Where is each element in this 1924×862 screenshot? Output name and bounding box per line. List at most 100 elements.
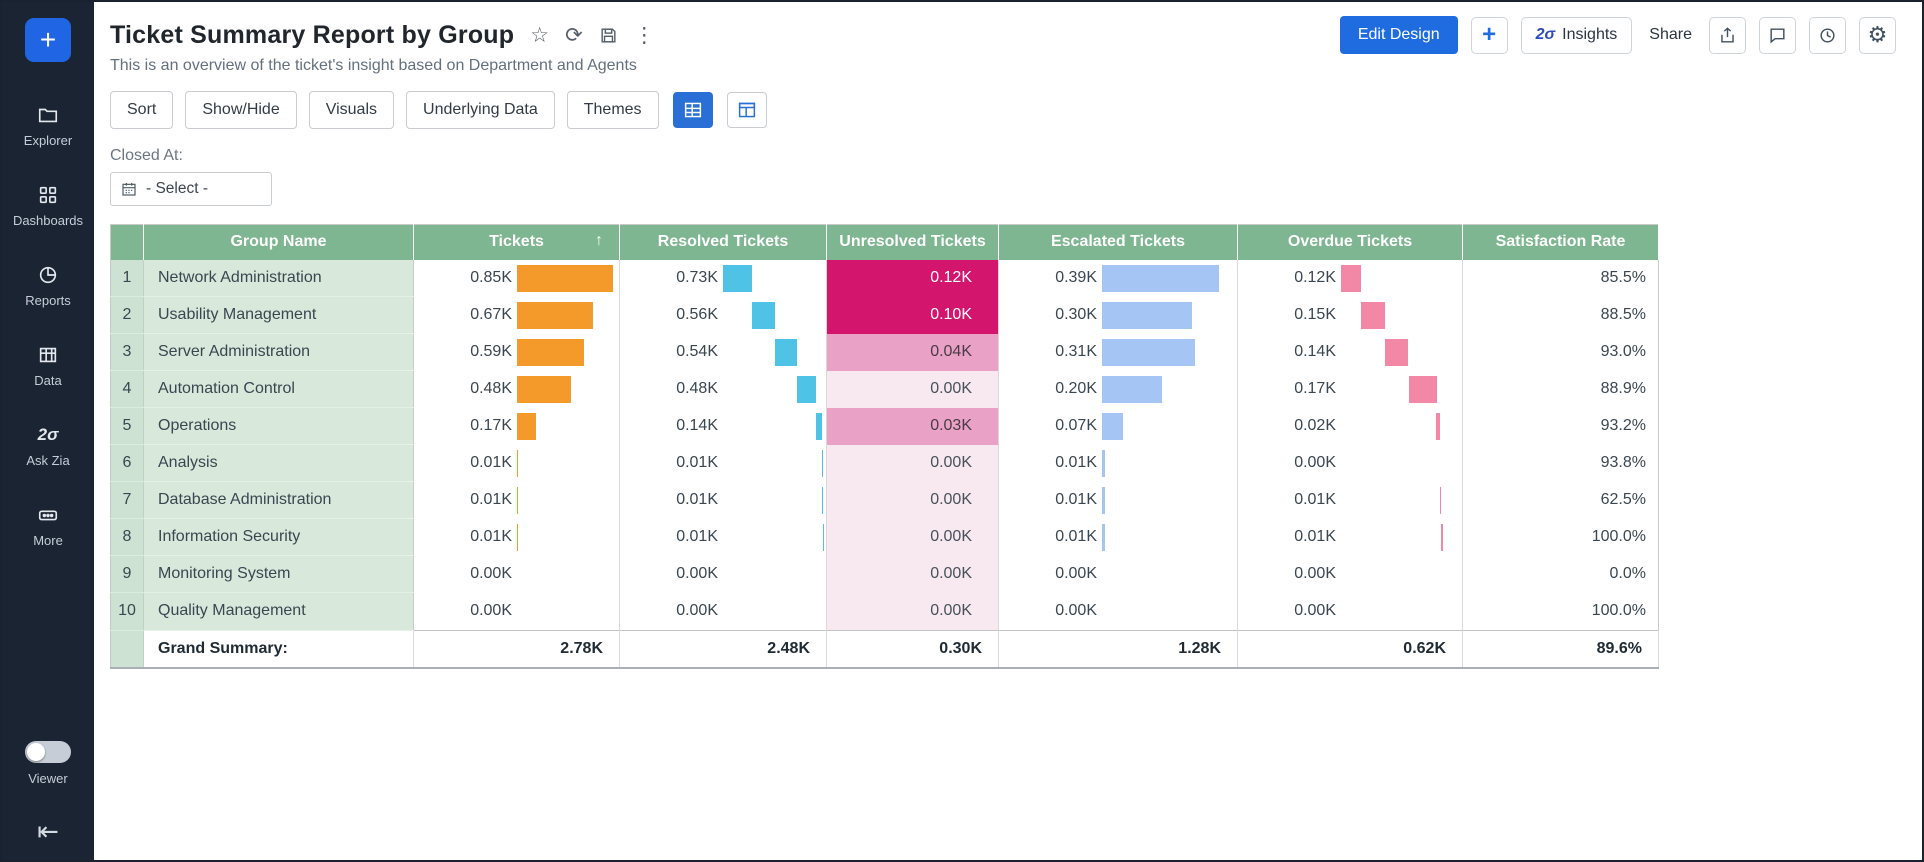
themes-button[interactable]: Themes [567,91,659,129]
settings-button[interactable]: ⚙ [1859,17,1896,54]
table-row[interactable]: 5Operations0.17K0.14K0.03K0.07K0.02K93.2… [111,408,1659,445]
table-row[interactable]: 8Information Security0.01K0.01K0.00K0.01… [111,519,1659,556]
overdue-cell[interactable]: 0.17K [1238,371,1463,408]
escalated-cell[interactable]: 0.20K [999,371,1238,408]
overdue-cell[interactable]: 0.01K [1238,519,1463,556]
satisfaction-cell[interactable]: 85.5% [1463,260,1659,297]
unresolved-cell[interactable]: 0.00K [827,519,999,556]
satisfaction-cell[interactable]: 88.5% [1463,297,1659,334]
sidebar-item-more[interactable]: More [2,486,94,566]
show-hide-button[interactable]: Show/Hide [185,91,296,129]
satisfaction-cell[interactable]: 0.0% [1463,556,1659,593]
table-row[interactable]: 3Server Administration0.59K0.54K0.04K0.3… [111,334,1659,371]
tickets-cell[interactable]: 0.67K [414,297,620,334]
column-header-tickets[interactable]: Tickets↑ [414,225,620,260]
overdue-cell[interactable]: 0.02K [1238,408,1463,445]
unresolved-cell[interactable]: 0.03K [827,408,999,445]
table-row[interactable]: 4Automation Control0.48K0.48K0.00K0.20K0… [111,371,1659,408]
group-name-cell[interactable]: Database Administration [144,482,414,519]
resolved-cell[interactable]: 0.01K [620,519,827,556]
resolved-cell[interactable]: 0.54K [620,334,827,371]
group-name-cell[interactable]: Analysis [144,445,414,482]
overdue-cell[interactable]: 0.00K [1238,556,1463,593]
satisfaction-cell[interactable]: 100.0% [1463,519,1659,556]
satisfaction-cell[interactable]: 93.2% [1463,408,1659,445]
save-icon[interactable] [599,26,618,45]
compact-view-button[interactable] [727,92,767,128]
tickets-cell[interactable]: 0.00K [414,556,620,593]
overdue-cell[interactable]: 0.00K [1238,593,1463,631]
column-header-group-name[interactable]: Group Name [144,225,414,260]
comments-button[interactable] [1759,17,1796,54]
group-name-cell[interactable]: Network Administration [144,260,414,297]
group-name-cell[interactable]: Information Security [144,519,414,556]
table-row[interactable]: 9Monitoring System0.00K0.00K0.00K0.00K0.… [111,556,1659,593]
export-button[interactable] [1709,17,1746,54]
column-header-satisfaction-rate[interactable]: Satisfaction Rate [1463,225,1659,260]
table-row[interactable]: 6Analysis0.01K0.01K0.00K0.01K0.00K93.8% [111,445,1659,482]
tickets-cell[interactable]: 0.00K [414,593,620,631]
unresolved-cell[interactable]: 0.04K [827,334,999,371]
group-name-cell[interactable]: Automation Control [144,371,414,408]
escalated-cell[interactable]: 0.39K [999,260,1238,297]
unresolved-cell[interactable]: 0.00K [827,556,999,593]
refresh-icon[interactable]: ⟳ [565,25,583,46]
satisfaction-cell[interactable]: 93.0% [1463,334,1659,371]
escalated-cell[interactable]: 0.01K [999,482,1238,519]
unresolved-cell[interactable]: 0.00K [827,371,999,408]
unresolved-cell[interactable]: 0.12K [827,260,999,297]
table-row[interactable]: 2Usability Management0.67K0.56K0.10K0.30… [111,297,1659,334]
add-button[interactable]: + [1471,17,1508,54]
tickets-cell[interactable]: 0.01K [414,482,620,519]
unresolved-cell[interactable]: 0.10K [827,297,999,334]
column-header-escalated-tickets[interactable]: Escalated Tickets [999,225,1238,260]
resolved-cell[interactable]: 0.14K [620,408,827,445]
tickets-cell[interactable]: 0.01K [414,445,620,482]
escalated-cell[interactable]: 0.31K [999,334,1238,371]
group-name-cell[interactable]: Usability Management [144,297,414,334]
sort-button[interactable]: Sort [110,91,173,129]
tickets-cell[interactable]: 0.48K [414,371,620,408]
group-name-cell[interactable]: Operations [144,408,414,445]
overdue-cell[interactable]: 0.12K [1238,260,1463,297]
sidebar-item-ask-zia[interactable]: 2σ Ask Zia [2,406,94,486]
table-row[interactable]: 1Network Administration0.85K0.73K0.12K0.… [111,260,1659,297]
kebab-menu-icon[interactable]: ⋮ [634,25,655,46]
create-new-button[interactable]: + [25,18,71,62]
resolved-cell[interactable]: 0.48K [620,371,827,408]
escalated-cell[interactable]: 0.01K [999,519,1238,556]
overdue-cell[interactable]: 0.01K [1238,482,1463,519]
column-header-unresolved-tickets[interactable]: Unresolved Tickets [827,225,999,260]
satisfaction-cell[interactable]: 62.5% [1463,482,1659,519]
sidebar-item-dashboards[interactable]: Dashboards [2,166,94,246]
escalated-cell[interactable]: 0.01K [999,445,1238,482]
satisfaction-cell[interactable]: 100.0% [1463,593,1659,631]
share-button[interactable]: Share [1645,26,1696,44]
unresolved-cell[interactable]: 0.00K [827,593,999,631]
insights-button[interactable]: 2σ Insights [1521,17,1633,54]
escalated-cell[interactable]: 0.07K [999,408,1238,445]
satisfaction-cell[interactable]: 88.9% [1463,371,1659,408]
resolved-cell[interactable]: 0.00K [620,593,827,631]
table-view-button[interactable] [673,92,713,128]
resolved-cell[interactable]: 0.01K [620,445,827,482]
underlying-data-button[interactable]: Underlying Data [406,91,555,129]
overdue-cell[interactable]: 0.14K [1238,334,1463,371]
edit-design-button[interactable]: Edit Design [1340,16,1458,54]
overdue-cell[interactable]: 0.00K [1238,445,1463,482]
column-header-overdue-tickets[interactable]: Overdue Tickets [1238,225,1463,260]
sidebar-item-reports[interactable]: Reports [2,246,94,326]
table-row[interactable]: 7Database Administration0.01K0.01K0.00K0… [111,482,1659,519]
satisfaction-cell[interactable]: 93.8% [1463,445,1659,482]
sidebar-item-data[interactable]: Data [2,326,94,406]
unresolved-cell[interactable]: 0.00K [827,445,999,482]
resolved-cell[interactable]: 0.73K [620,260,827,297]
unresolved-cell[interactable]: 0.00K [827,482,999,519]
escalated-cell[interactable]: 0.00K [999,556,1238,593]
visuals-button[interactable]: Visuals [309,91,394,129]
sidebar-item-explorer[interactable]: Explorer [2,86,94,166]
tickets-cell[interactable]: 0.85K [414,260,620,297]
resolved-cell[interactable]: 0.00K [620,556,827,593]
history-button[interactable] [1809,17,1846,54]
group-name-cell[interactable]: Server Administration [144,334,414,371]
